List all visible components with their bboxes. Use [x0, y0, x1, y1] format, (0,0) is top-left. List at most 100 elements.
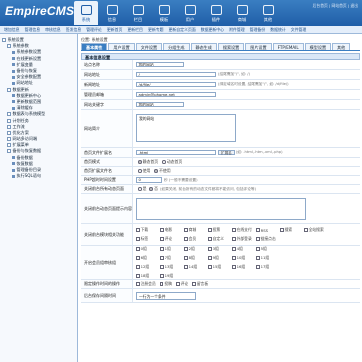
keywords-input[interactable]: 我的网站 — [136, 101, 184, 108]
close-no-radio[interactable] — [149, 187, 154, 191]
checkbox[interactable] — [136, 247, 140, 251]
group-option[interactable]: 6组 — [136, 255, 160, 261]
close-notice-textarea[interactable] — [136, 197, 306, 220]
settings-tab[interactable]: 基本属性 — [81, 43, 108, 50]
group-option[interactable]: 0组 — [136, 246, 160, 252]
group-option[interactable]: 12组 — [136, 264, 160, 270]
close-yes-radio[interactable] — [138, 187, 142, 191]
site-url-input[interactable]: / — [136, 71, 216, 78]
audit-option[interactable]: 投稿 — [159, 281, 172, 287]
group-option[interactable]: 8组 — [184, 255, 208, 261]
checkbox[interactable] — [160, 228, 164, 232]
settings-tab[interactable]: 分组生成 — [163, 43, 190, 50]
checkbox[interactable] — [136, 256, 140, 260]
module-option[interactable]: 自定义 — [208, 236, 232, 242]
checkbox[interactable] — [184, 265, 188, 269]
checkbox[interactable] — [232, 247, 236, 251]
top-nav-shop[interactable]: 商城 — [230, 1, 254, 25]
checkbox[interactable] — [256, 265, 260, 269]
module-option[interactable]: 标签 — [136, 236, 160, 242]
checkbox[interactable] — [136, 265, 140, 269]
checkbox[interactable] — [175, 282, 180, 286]
sub-nav-link[interactable]: 附件管理 — [229, 27, 245, 33]
sub-nav-link[interactable]: 签发信息 — [66, 27, 82, 33]
sub-nav-link[interactable]: 数据更新中心 — [201, 27, 224, 33]
checkbox[interactable] — [136, 228, 140, 232]
top-nav-user[interactable]: 用户 — [178, 1, 202, 25]
group-option[interactable]: 10组 — [232, 255, 256, 261]
checkbox[interactable] — [232, 228, 236, 232]
static-index-radio[interactable] — [138, 160, 142, 164]
top-nav-template[interactable]: 模板 — [152, 1, 176, 25]
group-option[interactable]: 15组 — [208, 264, 232, 270]
checkbox[interactable] — [256, 228, 260, 232]
group-option[interactable]: 2组 — [184, 246, 208, 252]
checkbox[interactable] — [192, 282, 196, 286]
checkbox[interactable] — [136, 274, 140, 278]
checkbox[interactable] — [184, 228, 188, 232]
index-ext-select[interactable]: 扩展名 — [218, 149, 235, 156]
module-option[interactable]: 会员 — [184, 236, 208, 242]
top-nav-column[interactable]: 栏目 — [126, 1, 150, 25]
group-option[interactable]: 9组 — [208, 255, 232, 261]
group-option[interactable]: 1组 — [160, 246, 184, 252]
settings-tab[interactable]: 模型设置 — [304, 43, 332, 50]
module-option[interactable]: 在线支付 — [232, 227, 256, 233]
top-nav-other[interactable]: 其他 — [256, 1, 280, 25]
group-option[interactable]: 18组 — [136, 273, 160, 279]
settings-tab[interactable]: 用户设置 — [108, 43, 135, 50]
module-option[interactable]: 下载 — [136, 227, 160, 233]
checkbox[interactable] — [159, 282, 164, 286]
settings-tab[interactable]: 其他 — [332, 43, 351, 50]
sub-nav-link[interactable]: 文件管理 — [291, 27, 307, 33]
checkbox[interactable] — [232, 237, 236, 241]
checkbox[interactable] — [208, 247, 212, 251]
index-ext-input[interactable]: .html — [136, 149, 216, 156]
checkbox[interactable] — [256, 256, 260, 260]
group-option[interactable]: 4组 — [232, 246, 256, 252]
module-option[interactable]: 投票 — [208, 227, 232, 233]
checkbox[interactable] — [160, 274, 164, 278]
sidebar-item[interactable]: 执行SQL语句 — [2, 173, 75, 179]
checkbox[interactable] — [184, 247, 188, 251]
audit-option[interactable]: 注册会员 — [136, 281, 156, 287]
checkbox[interactable] — [280, 228, 284, 232]
sub-nav-link[interactable]: 管理信息 — [25, 27, 41, 33]
checkbox[interactable] — [304, 228, 308, 232]
group-option[interactable]: 5组 — [256, 246, 280, 252]
checkbox[interactable] — [160, 237, 164, 241]
checkbox[interactable] — [208, 265, 212, 269]
checkbox[interactable] — [160, 265, 164, 269]
module-option[interactable]: 链接点击 — [256, 236, 280, 242]
checkbox[interactable] — [232, 265, 236, 269]
not-use-radio[interactable] — [154, 169, 158, 173]
checkbox[interactable] — [184, 256, 188, 260]
checkbox[interactable] — [208, 237, 212, 241]
sub-nav-link[interactable]: 数据统计 — [270, 27, 286, 33]
sub-nav-link[interactable]: 管理备份 — [250, 27, 266, 33]
group-option[interactable]: 14组 — [184, 264, 208, 270]
php-timeout-input[interactable]: 0 — [136, 177, 162, 183]
group-option[interactable]: 17组 — [256, 264, 280, 270]
sub-nav-link[interactable]: 更新自定义页面 — [169, 27, 196, 33]
module-option[interactable]: 评论 — [160, 236, 184, 242]
audit-option[interactable]: 评论 — [175, 281, 188, 287]
admin-email-input[interactable]: admin@phome.net — [136, 91, 216, 98]
group-option[interactable]: 13组 — [160, 264, 184, 270]
checkbox[interactable] — [136, 282, 140, 286]
module-option[interactable]: 电影 — [160, 227, 184, 233]
top-nav-info[interactable]: 信息 — [100, 1, 124, 25]
top-nav-system[interactable]: 系统 — [74, 1, 98, 25]
module-option[interactable]: 搜索 — [280, 227, 304, 233]
use-radio[interactable] — [138, 169, 142, 173]
checkbox[interactable] — [232, 256, 236, 260]
settings-tab[interactable]: FTP/EMAIL — [272, 43, 304, 50]
checkbox[interactable] — [160, 256, 164, 260]
group-option[interactable]: 3组 — [208, 246, 232, 252]
checkbox[interactable] — [256, 237, 260, 241]
checkbox[interactable] — [184, 237, 188, 241]
checkbox[interactable] — [136, 237, 140, 241]
settings-tab[interactable]: 图片设置 — [245, 43, 272, 50]
module-option[interactable]: 外部登录 — [232, 236, 256, 242]
checkbox[interactable] — [208, 256, 212, 260]
